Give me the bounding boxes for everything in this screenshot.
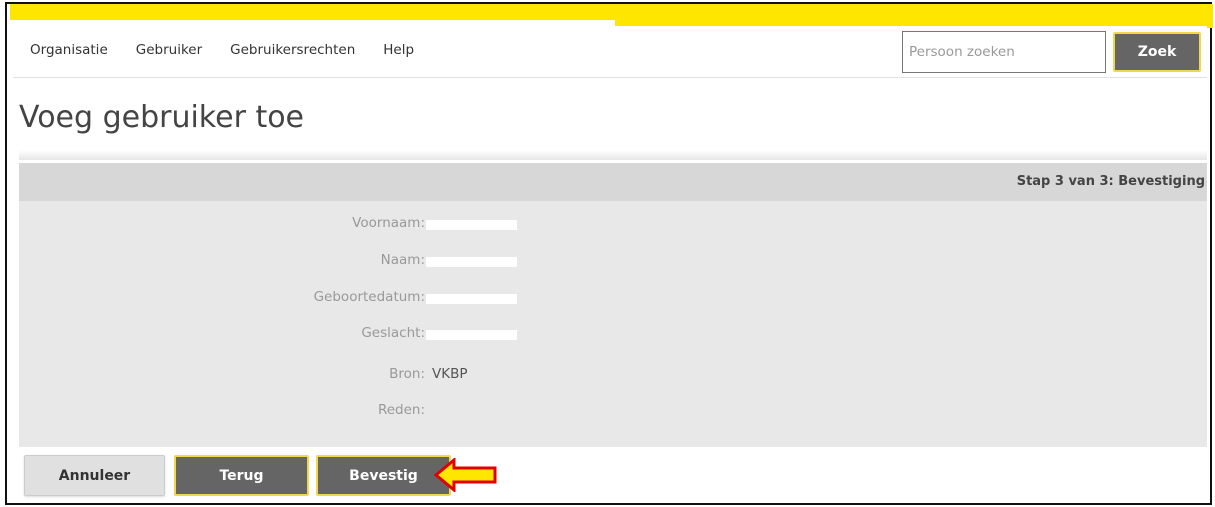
field-label: Reden: — [377, 402, 425, 418]
page-title: Voeg gebruiker toe — [19, 100, 305, 135]
field-label: Voornaam: — [352, 215, 425, 231]
field-label: Geboortedatum: — [313, 289, 425, 305]
field-voornaam: Voornaam: — [19, 215, 519, 235]
field-naam: Naam: — [19, 252, 519, 272]
nav-item-gebruikersrechten[interactable]: Gebruikersrechten — [230, 42, 355, 58]
field-bron: Bron: VKBP — [19, 366, 519, 386]
wizard-panel: Stap 3 van 3: Bevestiging Voornaam: Naam… — [19, 150, 1207, 500]
action-bar: Annuleer Terug Bevestig — [19, 447, 1207, 500]
redacted-value — [426, 220, 517, 230]
field-geboortedatum: Geboortedatum: — [19, 289, 519, 309]
search-button[interactable]: Zoek — [1113, 32, 1201, 72]
nav-menu: Organisatie Gebruiker Gebruikersrechten … — [30, 42, 414, 58]
nav-item-organisatie[interactable]: Organisatie — [30, 42, 108, 58]
panel-shadow — [19, 150, 1207, 160]
app-window: Organisatie Gebruiker Gebruikersrechten … — [5, 2, 1213, 505]
arrow-left-icon — [434, 458, 497, 492]
field-geslacht: Geslacht: — [19, 325, 519, 345]
redacted-value — [426, 257, 517, 267]
redacted-value — [426, 294, 517, 304]
step-header: Stap 3 van 3: Bevestiging — [19, 163, 1207, 201]
field-value: VKBP — [432, 366, 468, 382]
field-reden: Reden: — [19, 402, 519, 422]
redacted-value — [426, 330, 517, 340]
field-label: Geslacht: — [361, 325, 425, 341]
field-label: Naam: — [380, 252, 425, 268]
field-label: Bron: — [389, 366, 425, 382]
person-search-input[interactable] — [902, 31, 1106, 73]
confirmation-details: Voornaam: Naam: Geboortedatum: Geslacht:… — [19, 201, 1207, 447]
cancel-button[interactable]: Annuleer — [24, 455, 165, 496]
confirm-button[interactable]: Bevestig — [316, 455, 451, 496]
top-accent-bar — [10, 4, 615, 20]
top-accent-bar-right — [615, 4, 1213, 28]
nav-item-gebruiker[interactable]: Gebruiker — [136, 42, 202, 58]
top-navigation: Organisatie Gebruiker Gebruikersrechten … — [13, 26, 1207, 78]
step-indicator: Stap 3 van 3: Bevestiging — [1016, 174, 1205, 189]
back-button[interactable]: Terug — [174, 455, 309, 496]
nav-item-help[interactable]: Help — [383, 42, 414, 58]
